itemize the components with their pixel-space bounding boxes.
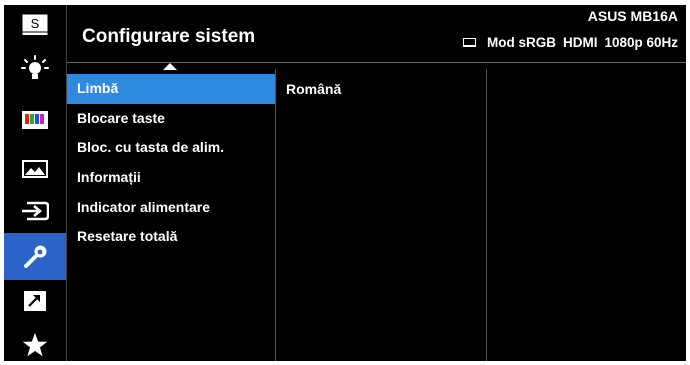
sidebar-item-input-select[interactable] bbox=[4, 191, 66, 231]
menu-item-information[interactable]: Informații bbox=[67, 163, 275, 193]
star-icon bbox=[22, 333, 48, 357]
sidebar-item-system-setup[interactable] bbox=[4, 233, 66, 280]
sidebar-item-shortcut[interactable] bbox=[4, 281, 66, 321]
sidebar-item-blue-light-filter[interactable] bbox=[4, 49, 66, 89]
column-divider bbox=[486, 69, 487, 361]
menu-list: Limbă Blocare taste Bloc. cu tasta de al… bbox=[67, 74, 275, 252]
menu-item-power-indicator[interactable]: Indicator alimentare bbox=[67, 193, 275, 223]
menu-item-language[interactable]: Limbă bbox=[67, 74, 275, 104]
monitor-model: ASUS MB16A bbox=[587, 8, 678, 24]
scroll-up-arrow-icon[interactable] bbox=[163, 63, 177, 70]
header: Configurare sistem ASUS MB16A Mod sRGB H… bbox=[67, 5, 686, 60]
blue-light-filter-icon bbox=[21, 55, 49, 79]
status-bar: Mod sRGB HDMI 1080p 60Hz bbox=[462, 35, 678, 50]
splendid-icon: S bbox=[22, 14, 48, 35]
divider bbox=[67, 62, 686, 63]
input-status: HDMI bbox=[562, 35, 598, 50]
shortcut-icon bbox=[24, 291, 46, 311]
sidebar-item-color[interactable] bbox=[4, 100, 66, 140]
page-title: Configurare sistem bbox=[82, 26, 256, 47]
osd-window: S Configurare sistem ASUS MB16A Mod sRGB… bbox=[4, 5, 686, 361]
menu-item-key-lock[interactable]: Blocare taste bbox=[67, 104, 275, 134]
sidebar-item-image[interactable] bbox=[4, 149, 66, 189]
color-icon bbox=[22, 111, 48, 129]
column-divider bbox=[275, 69, 276, 361]
image-icon bbox=[22, 160, 48, 178]
svg-text:S: S bbox=[31, 16, 40, 31]
sidebar-item-splendid[interactable]: S bbox=[4, 5, 66, 45]
submenu-option-language[interactable]: Română bbox=[286, 81, 341, 97]
resolution-status: 1080p 60Hz bbox=[604, 35, 678, 50]
sidebar-item-my-favorite[interactable] bbox=[4, 325, 66, 365]
monitor-icon bbox=[462, 38, 476, 47]
mode-status: Mod sRGB bbox=[486, 35, 556, 50]
menu-item-all-reset[interactable]: Resetare totală bbox=[67, 222, 275, 252]
sidebar: S bbox=[4, 5, 67, 361]
wrench-icon bbox=[24, 245, 47, 268]
menu-item-power-key-lock[interactable]: Bloc. cu tasta de alim. bbox=[67, 133, 275, 163]
input-select-icon bbox=[22, 201, 49, 221]
